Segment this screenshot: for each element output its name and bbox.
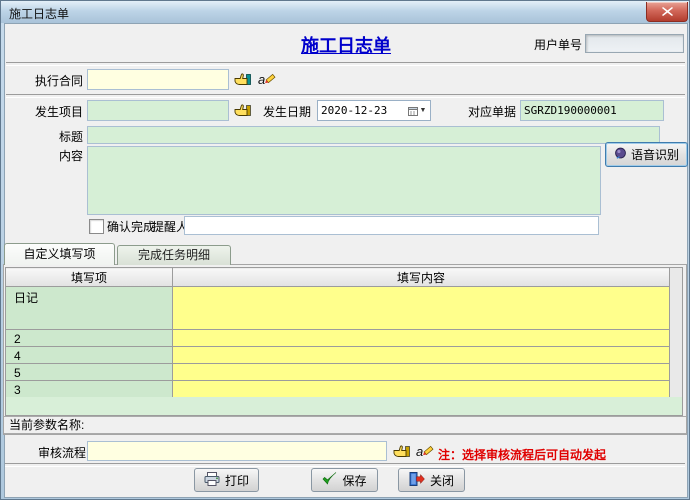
close-x-icon bbox=[662, 3, 673, 21]
separator bbox=[6, 62, 685, 66]
approval-flow-label: 审核流程 bbox=[38, 446, 86, 460]
form-title: 施工日志单 bbox=[246, 32, 446, 58]
content-textarea[interactable] bbox=[87, 146, 601, 215]
svg-text:a: a bbox=[416, 444, 423, 459]
table-header-row: 填写项 填写内容 bbox=[6, 268, 670, 287]
reminder-input[interactable] bbox=[184, 216, 599, 235]
exit-door-icon bbox=[409, 472, 425, 489]
title-input[interactable] bbox=[87, 126, 660, 144]
row-item-cell: 2 bbox=[6, 330, 173, 347]
project-input[interactable] bbox=[87, 100, 229, 121]
row-content-cell[interactable] bbox=[173, 330, 670, 347]
green-check-icon bbox=[322, 472, 337, 488]
current-param-label: 当前参数名称: bbox=[9, 418, 84, 432]
approval-note: 注：选择审核流程后可自动发起 bbox=[438, 446, 606, 463]
contract-label: 执行合同 bbox=[35, 74, 83, 88]
tab-custom-fields[interactable]: 自定义填写项 bbox=[4, 243, 115, 265]
app-window: 施工日志单 施工日志单 用户单号 执行合同 a 发生项目 发生日期 ▼ 对应单据… bbox=[0, 0, 690, 500]
current-param-statusbar: 当前参数名称: bbox=[4, 416, 686, 434]
voice-recognition-label: 语音识别 bbox=[631, 146, 679, 163]
row-content-cell[interactable] bbox=[173, 381, 670, 398]
voice-sphere-icon bbox=[614, 147, 627, 163]
contract-select-hand-icon[interactable] bbox=[234, 71, 251, 87]
calendar-dropdown-icon[interactable]: ▼ bbox=[404, 101, 430, 120]
table-row: 日记 bbox=[6, 287, 670, 330]
save-button-label: 保存 bbox=[342, 472, 366, 489]
save-button[interactable]: 保存 bbox=[311, 468, 378, 492]
row-content-cell[interactable] bbox=[173, 364, 670, 381]
svg-text:a: a bbox=[258, 72, 265, 87]
date-input[interactable] bbox=[318, 102, 404, 119]
row-item-cell: 日记 bbox=[6, 287, 173, 330]
approval-edit-pencil-icon[interactable]: a bbox=[416, 443, 435, 459]
table-row: 5 bbox=[6, 364, 670, 381]
doc-no-field[interactable] bbox=[520, 100, 664, 121]
user-no-label: 用户单号 bbox=[534, 38, 582, 52]
voice-recognition-button[interactable]: 语音识别 bbox=[605, 142, 688, 167]
close-button-label: 关闭 bbox=[430, 472, 454, 489]
row-content-cell[interactable] bbox=[173, 287, 670, 330]
project-select-hand-icon[interactable] bbox=[234, 102, 251, 118]
separator bbox=[5, 463, 685, 467]
doc-no-label: 对应单据 bbox=[468, 105, 516, 119]
close-button[interactable]: 关闭 bbox=[398, 468, 465, 492]
approval-flow-input[interactable] bbox=[87, 441, 387, 461]
table-row: 4 bbox=[6, 347, 670, 364]
print-button-label: 打印 bbox=[225, 472, 249, 489]
row-item-cell: 4 bbox=[6, 347, 173, 364]
tab-custom-fields-label: 自定义填写项 bbox=[23, 247, 95, 261]
printer-icon bbox=[204, 472, 220, 489]
window-titlebar[interactable]: 施工日志单 bbox=[1, 1, 689, 23]
confirm-complete-label: 确认完成 bbox=[107, 220, 155, 234]
tab-task-detail-label: 完成任务明细 bbox=[138, 248, 210, 262]
date-label: 发生日期 bbox=[263, 105, 311, 119]
table-row: 2 bbox=[6, 330, 670, 347]
title-label: 标题 bbox=[59, 130, 83, 144]
window-close-button[interactable] bbox=[646, 2, 688, 22]
contract-edit-pencil-icon[interactable]: a bbox=[258, 71, 277, 87]
user-no-field[interactable] bbox=[585, 34, 684, 53]
table-scrollbar-track bbox=[669, 267, 683, 398]
custom-fields-table: 填写项 填写内容 日记 2 4 5 3 bbox=[5, 267, 670, 398]
print-button[interactable]: 打印 bbox=[194, 468, 259, 492]
separator bbox=[6, 94, 685, 98]
tab-task-detail[interactable]: 完成任务明细 bbox=[117, 245, 231, 265]
date-field: ▼ bbox=[317, 100, 431, 121]
content-label: 内容 bbox=[59, 149, 83, 163]
row-item-cell: 3 bbox=[6, 381, 173, 398]
row-item-cell: 5 bbox=[6, 364, 173, 381]
project-label: 发生项目 bbox=[35, 105, 83, 119]
window-title: 施工日志单 bbox=[9, 5, 69, 22]
reminder-label: 提醒人 bbox=[152, 220, 188, 234]
table-empty-area bbox=[5, 397, 683, 416]
column-header-content: 填写内容 bbox=[173, 268, 670, 287]
row-content-cell[interactable] bbox=[173, 347, 670, 364]
approval-select-hand-icon[interactable] bbox=[393, 443, 410, 459]
table-row: 3 bbox=[6, 381, 670, 398]
column-header-item: 填写项 bbox=[6, 268, 173, 287]
confirm-complete-checkbox[interactable] bbox=[89, 219, 104, 234]
contract-input[interactable] bbox=[87, 69, 229, 90]
